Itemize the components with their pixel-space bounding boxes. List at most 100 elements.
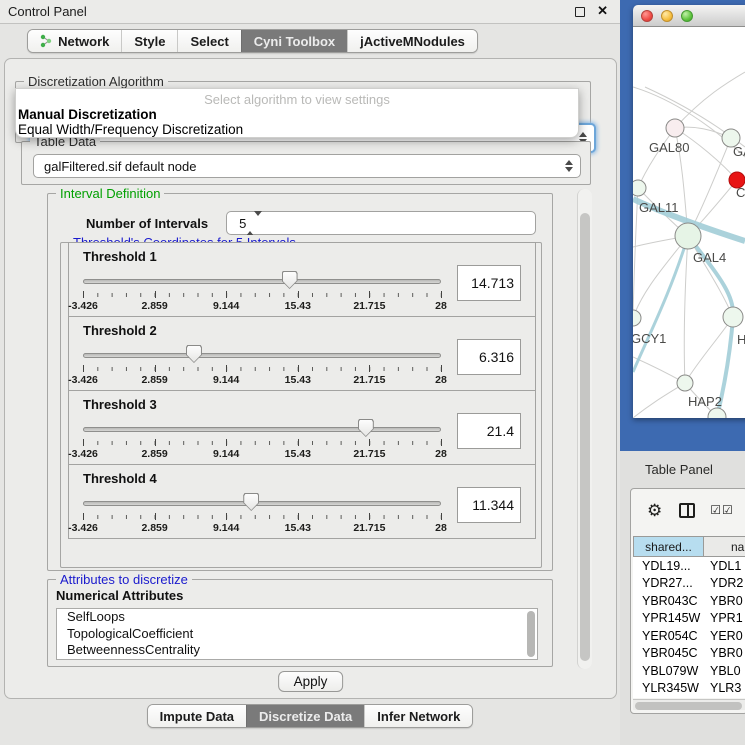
- threshold-4-slider[interactable]: -3.4262.8599.14415.4321.71528: [83, 489, 441, 535]
- tab-infer-network[interactable]: Infer Network: [364, 705, 472, 727]
- table-row[interactable]: YBR045CYBR0: [633, 645, 745, 663]
- table-row[interactable]: YIL052CYIL0: [633, 697, 745, 698]
- threshold-label: Threshold 3: [83, 397, 157, 412]
- attributes-group: Attributes to discretize Numerical Attri…: [47, 579, 553, 667]
- algorithm-dropdown-popup: Select algorithm to view settings Manual…: [15, 88, 579, 138]
- node-label-partial-red: C: [736, 185, 745, 200]
- apply-button[interactable]: Apply: [278, 671, 344, 692]
- number-of-intervals-label: Number of Intervals: [86, 216, 208, 231]
- dropdown-option-equal-width[interactable]: Equal Width/Frequency Discretization: [18, 122, 243, 137]
- threshold-label: Threshold 2: [83, 323, 157, 338]
- column-header-name[interactable]: name: [704, 536, 745, 557]
- tab-network[interactable]: Network: [28, 30, 121, 52]
- table-rows[interactable]: YDL19...YDL1 YDR27...YDR2 YBR043CYBR0 YP…: [633, 557, 745, 698]
- table-row[interactable]: YPR145WYPR1: [633, 610, 745, 628]
- list-item[interactable]: TopologicalCoefficient: [57, 626, 537, 643]
- scrollbar-thumb[interactable]: [635, 702, 742, 710]
- network-icon: [40, 34, 53, 48]
- algorithm-group-title: Discretization Algorithm: [24, 74, 168, 89]
- threshold-3-value-field[interactable]: [457, 413, 521, 449]
- slider-track[interactable]: [83, 353, 441, 358]
- axis-labels: -3.4262.8599.14415.4321.71528: [83, 448, 441, 460]
- axis-labels: -3.4262.8599.14415.4321.71528: [83, 300, 441, 312]
- node-bottom: [708, 408, 726, 418]
- table-row[interactable]: YER054CYER0: [633, 627, 745, 645]
- list-item[interactable]: SelfLoops: [57, 609, 537, 626]
- right-region: GAL80 GA C GAL11 GAL4 GCY1 H HAP2 Table …: [620, 0, 745, 745]
- table-data-group: Table Data galFiltered.sif default node: [21, 141, 591, 185]
- threshold-3-panel: Threshold 3 -3.4262.8599.14415.4321.7152…: [68, 390, 536, 465]
- attributes-group-title: Attributes to discretize: [56, 572, 192, 587]
- axis-labels: -3.4262.8599.14415.4321.71528: [83, 374, 441, 386]
- axis-minor-ticks: [83, 441, 441, 445]
- threshold-1-slider[interactable]: -3.4262.8599.14415.4321.71528: [83, 267, 441, 313]
- slider-track[interactable]: [83, 501, 441, 506]
- scrollbar-thumb[interactable]: [580, 213, 590, 661]
- dropdown-option-manual[interactable]: Manual Discretization: [18, 107, 157, 122]
- threshold-2-value-field[interactable]: [457, 339, 521, 375]
- gear-icon[interactable]: ⚙: [647, 502, 662, 519]
- tab-style[interactable]: Style: [121, 30, 177, 52]
- tab-discretize-data[interactable]: Discretize Data: [246, 705, 364, 727]
- axis-labels: -3.4262.8599.14415.4321.71528: [83, 522, 441, 534]
- node-label-partial-top: GA: [733, 144, 745, 159]
- network-canvas[interactable]: GAL80 GA C GAL11 GAL4 GCY1 H HAP2: [633, 27, 745, 418]
- node-label-partial-h: H: [737, 332, 745, 347]
- threshold-3-slider[interactable]: -3.4262.8599.14415.4321.71528: [83, 415, 441, 461]
- network-graph: GAL80 GA C GAL11 GAL4 GCY1 H HAP2: [633, 27, 745, 418]
- table-row[interactable]: YDL19...YDL1: [633, 557, 745, 575]
- numerical-attributes-list[interactable]: SelfLoops TopologicalCoefficient Between…: [56, 608, 538, 660]
- axis-minor-ticks: [83, 293, 441, 297]
- node-label-gcy1: GCY1: [633, 331, 666, 346]
- slider-track[interactable]: [83, 427, 441, 432]
- threshold-2-slider[interactable]: -3.4262.8599.14415.4321.71528: [83, 341, 441, 387]
- column-header-shared[interactable]: shared...: [633, 536, 704, 557]
- axis-minor-ticks: [83, 367, 441, 371]
- minimize-traffic-light-icon[interactable]: [661, 10, 673, 22]
- node-gal11: [633, 180, 646, 196]
- table-data-combobox[interactable]: galFiltered.sif default node: [33, 154, 581, 178]
- control-panel: Control Panel ✕ Network Style Select Cyn…: [0, 0, 620, 745]
- node-label-gal11: GAL11: [639, 200, 679, 215]
- table-horizontal-scrollbar[interactable]: [633, 699, 745, 710]
- threshold-4-value-field[interactable]: [457, 487, 521, 523]
- panel-title: Control Panel: [8, 4, 87, 19]
- threshold-label: Threshold 1: [83, 249, 157, 264]
- slider-thumb[interactable]: [186, 345, 202, 363]
- node-label-gal4: GAL4: [693, 250, 726, 265]
- columns-icon[interactable]: [679, 503, 695, 518]
- panel-vertical-scrollbar[interactable]: [577, 189, 592, 669]
- table-data-selected: galFiltered.sif default node: [44, 159, 196, 174]
- node-hap2: [677, 375, 693, 391]
- checkbox-icons[interactable]: ☑☑: [710, 503, 734, 517]
- top-tab-bar: Network Style Select Cyni Toolbox jActiv…: [0, 24, 620, 58]
- number-of-intervals-combobox[interactable]: 5: [226, 211, 536, 235]
- slider-thumb[interactable]: [358, 419, 374, 437]
- cyni-toolbox-panel: Discretization Algorithm Select algorith…: [4, 58, 617, 699]
- list-scrollbar-thumb[interactable]: [527, 611, 535, 657]
- interval-group-title: Interval Definition: [56, 186, 164, 201]
- float-window-icon[interactable]: [575, 7, 585, 17]
- threshold-1-panel: Threshold 1 -3.4262.8599.14415.4321.7152…: [68, 242, 536, 317]
- close-traffic-light-icon[interactable]: [641, 10, 653, 22]
- bottom-tab-bar: Impute Data Discretize Data Infer Networ…: [0, 703, 620, 729]
- slider-track[interactable]: [83, 279, 441, 284]
- threshold-1-value-field[interactable]: [457, 265, 521, 301]
- table-row[interactable]: YBR043CYBR0: [633, 592, 745, 610]
- tab-jactivemnodules[interactable]: jActiveMNodules: [347, 30, 477, 52]
- table-row[interactable]: YLR345WYLR3: [633, 680, 745, 698]
- table-panel: ⚙ ☑☑ shared... name YDL19...YDL1 YDR27..…: [630, 488, 745, 714]
- tab-cyni-toolbox[interactable]: Cyni Toolbox: [241, 30, 347, 52]
- threshold-4-panel: Threshold 4 -3.4262.8599.14415.4321.7152…: [68, 464, 536, 539]
- dropdown-hint: Select algorithm to view settings: [16, 92, 578, 107]
- table-row[interactable]: YBL079WYBL0: [633, 662, 745, 680]
- tab-impute-data[interactable]: Impute Data: [148, 705, 246, 727]
- zoom-traffic-light-icon[interactable]: [681, 10, 693, 22]
- table-row[interactable]: YDR27...YDR2: [633, 575, 745, 593]
- slider-thumb[interactable]: [282, 271, 298, 289]
- list-item[interactable]: BetweennessCentrality: [57, 642, 537, 659]
- node-gcy1: [633, 310, 641, 326]
- close-icon[interactable]: ✕: [597, 3, 608, 19]
- slider-thumb[interactable]: [243, 493, 259, 511]
- tab-select[interactable]: Select: [177, 30, 240, 52]
